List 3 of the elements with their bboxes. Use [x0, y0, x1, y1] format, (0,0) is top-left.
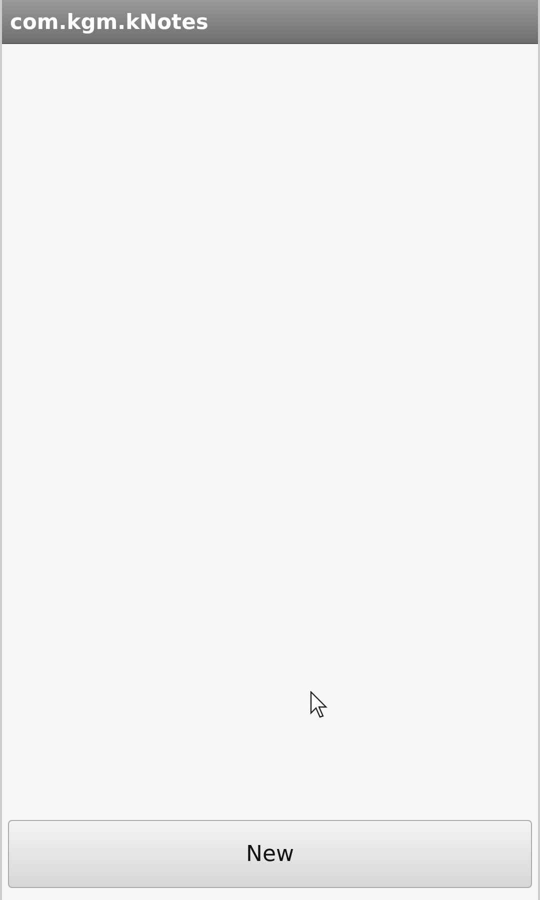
- new-button[interactable]: New: [8, 820, 532, 888]
- mouse-pointer-icon: [310, 691, 328, 719]
- window-title: com.kgm.kNotes: [10, 10, 208, 34]
